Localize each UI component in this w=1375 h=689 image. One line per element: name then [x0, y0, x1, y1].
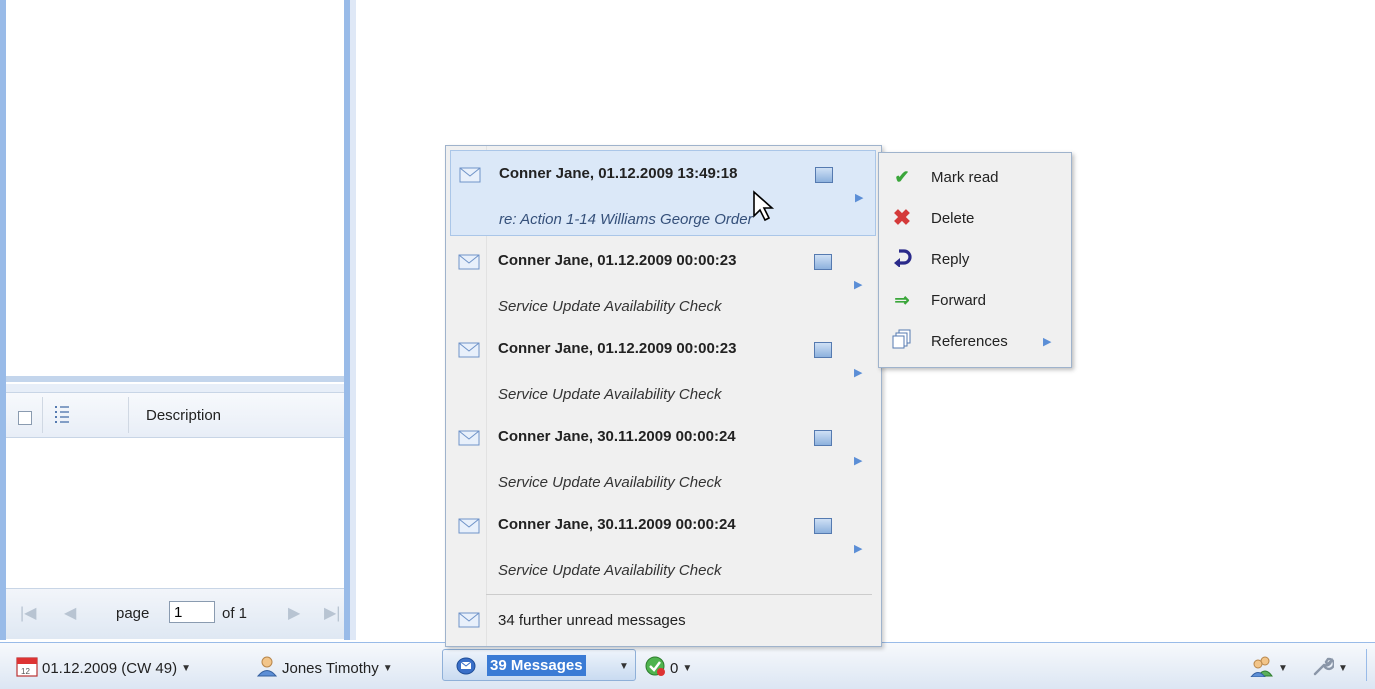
menu-item-label: Delete — [931, 209, 975, 227]
chevron-down-icon: ▼ — [1338, 662, 1348, 674]
chevron-down-icon: ▼ — [682, 662, 693, 674]
message-title: Conner Jane, 30.11.2009 00:00:24 — [498, 428, 736, 445]
message-context-menu: ✔ Mark read ✖ Delete Reply ⇒ Forward Ref… — [878, 152, 1072, 368]
further-messages-label: 34 further unread messages — [498, 612, 686, 629]
page-input[interactable] — [169, 601, 215, 623]
prev-page-icon[interactable]: ◀ — [64, 603, 76, 623]
message-item[interactable]: Conner Jane, 30.11.2009 00:00:24 ▶ Servi… — [450, 502, 876, 588]
submenu-arrow-icon: ▶ — [854, 455, 863, 467]
page-label: page — [116, 605, 150, 622]
settings-menu-button[interactable]: ▼ — [1312, 655, 1348, 681]
user-name-label: Jones Timothy — [282, 659, 379, 677]
wrench-icon — [1312, 655, 1336, 681]
message-title: Conner Jane, 01.12.2009 00:00:23 — [498, 340, 737, 357]
chevron-down-icon: ▼ — [181, 662, 191, 674]
date-button[interactable]: 12 01.12.2009 (CW 49) ▼ — [16, 655, 191, 681]
open-window-icon[interactable] — [814, 518, 832, 534]
open-window-icon[interactable] — [815, 167, 833, 183]
messages-count-label: 39 Messages — [487, 655, 586, 676]
delete-x-icon: ✖ — [892, 205, 912, 230]
submenu-arrow-icon: ▶ — [1043, 335, 1052, 348]
chevron-down-icon: ▼ — [619, 661, 629, 672]
reply-arrow-icon — [891, 247, 913, 272]
tasks-count-label: 0 — [670, 659, 679, 677]
pager: |◀ ◀ page of 1 ▶ ▶| — [6, 588, 344, 639]
submenu-arrow-icon: ▶ — [854, 367, 863, 379]
checkmark-icon: ✔ — [894, 166, 910, 187]
svg-text:12: 12 — [21, 667, 30, 676]
message-subject: re: Action 1-14 Williams George Order — [499, 211, 753, 228]
menu-item-references[interactable]: References ▶ — [879, 321, 1071, 361]
submenu-arrow-icon: ▶ — [855, 192, 864, 204]
calendar-icon: 12 — [16, 655, 38, 681]
menu-item-label: References — [931, 332, 1008, 350]
mouse-cursor-icon — [752, 190, 776, 226]
column-separator — [128, 397, 129, 433]
menu-item-delete[interactable]: ✖ Delete — [879, 198, 1071, 238]
select-all-checkbox[interactable] — [18, 411, 32, 425]
splitter-horizontal[interactable] — [6, 376, 344, 382]
envelope-icon — [459, 167, 481, 187]
envelope-icon — [458, 342, 480, 362]
panel-header-strip — [6, 384, 344, 392]
envelope-icon — [458, 612, 480, 632]
references-icon — [891, 329, 913, 354]
taskbar-separator — [1366, 649, 1367, 681]
message-item[interactable]: Conner Jane, 01.12.2009 00:00:23 ▶ Servi… — [450, 238, 876, 324]
date-label: 01.12.2009 (CW 49) — [42, 659, 178, 677]
message-subject: Service Update Availability Check — [498, 474, 722, 491]
submenu-arrow-icon: ▶ — [854, 279, 863, 291]
taskbar: 12 01.12.2009 (CW 49) ▼ Jones Timothy ▼ … — [0, 642, 1375, 689]
grid-header: Description — [6, 392, 344, 438]
tasks-status-icon — [644, 655, 666, 681]
open-window-icon[interactable] — [814, 254, 832, 270]
further-messages-item[interactable]: 34 further unread messages — [450, 602, 876, 642]
envelope-icon — [458, 254, 480, 274]
chevron-down-icon: ▼ — [1278, 662, 1288, 674]
open-window-icon[interactable] — [814, 430, 832, 446]
menu-item-forward[interactable]: ⇒ Forward — [879, 280, 1071, 320]
splitter-vertical-shadow — [350, 0, 356, 640]
first-page-icon[interactable]: |◀ — [20, 603, 36, 623]
menu-item-reply[interactable]: Reply — [879, 239, 1071, 279]
message-title: Conner Jane, 30.11.2009 00:00:24 — [498, 516, 736, 533]
column-list-icon[interactable] — [54, 403, 70, 425]
column-separator — [42, 397, 43, 433]
user-button[interactable]: Jones Timothy ▼ — [256, 655, 393, 681]
messages-dropdown-menu: Conner Jane, 01.12.2009 13:49:18 ▶ re: A… — [445, 145, 882, 647]
menu-item-label: Reply — [931, 250, 970, 268]
envelope-icon — [458, 430, 480, 450]
open-window-icon[interactable] — [814, 342, 832, 358]
users-menu-button[interactable]: ▼ — [1249, 655, 1288, 681]
left-border — [0, 0, 6, 640]
message-item[interactable]: Conner Jane, 01.12.2009 00:00:23 ▶ Servi… — [450, 326, 876, 412]
last-page-icon[interactable]: ▶| — [324, 603, 340, 623]
next-page-icon[interactable]: ▶ — [288, 603, 300, 623]
page-of-label: of 1 — [222, 605, 248, 622]
forward-arrow-icon: ⇒ — [894, 289, 910, 310]
chevron-down-icon: ▼ — [382, 662, 393, 674]
envelope-icon — [458, 518, 480, 538]
message-subject: Service Update Availability Check — [498, 386, 722, 403]
messages-icon — [455, 656, 477, 680]
message-item[interactable]: Conner Jane, 01.12.2009 13:49:18 ▶ re: A… — [450, 150, 876, 236]
users-group-icon — [1249, 655, 1274, 681]
message-title: Conner Jane, 01.12.2009 00:00:23 — [498, 252, 737, 269]
submenu-arrow-icon: ▶ — [854, 543, 863, 555]
message-title: Conner Jane, 01.12.2009 13:49:18 — [499, 165, 738, 182]
menu-item-mark-read[interactable]: ✔ Mark read — [879, 157, 1071, 197]
left-panel — [0, 0, 355, 640]
menu-separator — [486, 594, 872, 595]
column-header-description[interactable]: Description — [146, 407, 221, 424]
menu-item-label: Mark read — [931, 168, 999, 186]
tasks-button[interactable]: 0 ▼ — [644, 655, 692, 681]
message-item[interactable]: Conner Jane, 30.11.2009 00:00:24 ▶ Servi… — [450, 414, 876, 500]
messages-button[interactable]: 39 Messages ▼ — [442, 649, 636, 681]
user-icon — [256, 655, 278, 681]
menu-item-label: Forward — [931, 291, 987, 309]
message-subject: Service Update Availability Check — [498, 562, 722, 579]
message-subject: Service Update Availability Check — [498, 298, 722, 315]
